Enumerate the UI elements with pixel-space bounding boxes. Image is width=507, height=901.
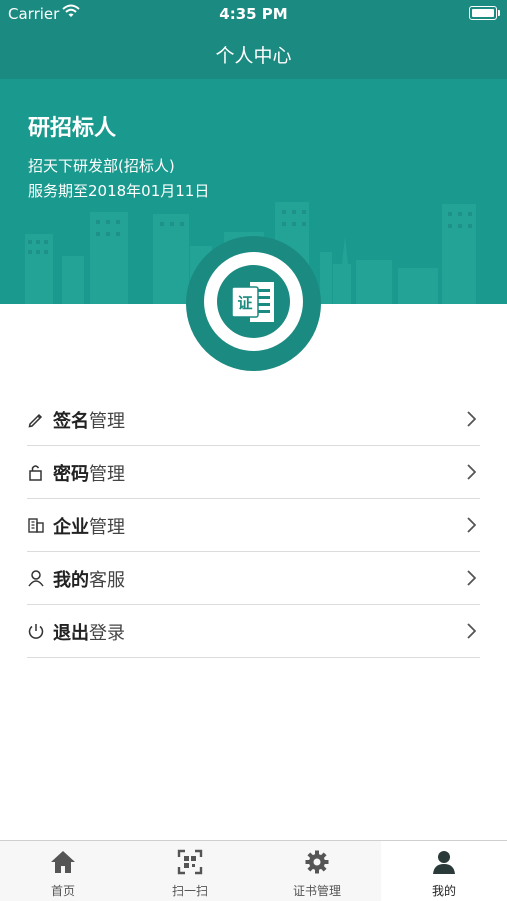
user-icon <box>28 570 44 587</box>
person-icon <box>433 851 455 874</box>
menu-label-rest: 管理 <box>89 517 125 538</box>
scan-icon <box>177 849 203 875</box>
menu-item-support[interactable]: 我的客服 <box>27 552 480 605</box>
lock-icon <box>29 465 42 481</box>
menu-label-bold: 我的 <box>53 570 89 591</box>
tab-scan[interactable]: 扫一扫 <box>127 841 253 901</box>
menu-item-password[interactable]: 密码管理 <box>27 446 480 499</box>
battery-icon <box>469 6 500 20</box>
tab-label: 首页 <box>50 884 75 898</box>
menu-label-rest: 客服 <box>89 570 125 591</box>
nav-bar: 个人中心 <box>0 27 507 79</box>
menu-label-rest: 管理 <box>89 464 125 485</box>
tab-label: 扫一扫 <box>171 884 208 898</box>
tab-bar: 首页 扫一扫 证书管理 我的 <box>0 840 507 901</box>
page-title: 个人中心 <box>215 45 292 67</box>
pencil-icon <box>28 413 43 428</box>
menu-label-bold: 密码 <box>53 464 89 485</box>
menu-label-bold: 企业 <box>53 517 89 538</box>
svg-text:证: 证 <box>237 294 252 312</box>
settings-menu: 签名管理 密码管理 企业管理 我的客服 退出登录 <box>27 393 480 658</box>
chevron-right-icon <box>467 411 476 427</box>
menu-label-rest: 登录 <box>89 623 125 644</box>
tab-certificates[interactable]: 证书管理 <box>254 841 380 901</box>
menu-label-bold: 签名 <box>53 411 89 432</box>
tab-home[interactable]: 首页 <box>0 841 126 901</box>
certificate-icon: 证 <box>231 282 274 322</box>
menu-label-bold: 退出 <box>53 623 89 644</box>
chevron-right-icon <box>467 570 476 586</box>
menu-item-company[interactable]: 企业管理 <box>27 499 480 552</box>
chevron-right-icon <box>467 517 476 533</box>
building-icon <box>28 518 44 533</box>
chevron-right-icon <box>467 623 476 639</box>
user-department: 招天下研发部(招标人) <box>28 157 175 175</box>
chevron-right-icon <box>467 464 476 480</box>
clock: 4:35 PM <box>219 5 288 23</box>
menu-item-signature[interactable]: 签名管理 <box>27 393 480 446</box>
gear-icon <box>305 850 329 874</box>
service-period: 服务期至2018年01月11日 <box>28 182 210 200</box>
user-name: 研招标人 <box>28 116 117 141</box>
menu-item-logout[interactable]: 退出登录 <box>27 605 480 658</box>
power-icon <box>28 624 44 639</box>
status-bar: Carrier 4:35 PM <box>0 0 507 27</box>
menu-label-rest: 管理 <box>89 411 125 432</box>
tab-label: 我的 <box>431 884 456 898</box>
tab-label: 证书管理 <box>292 884 341 898</box>
home-icon <box>51 851 75 873</box>
tab-me[interactable]: 我的 <box>381 841 507 901</box>
